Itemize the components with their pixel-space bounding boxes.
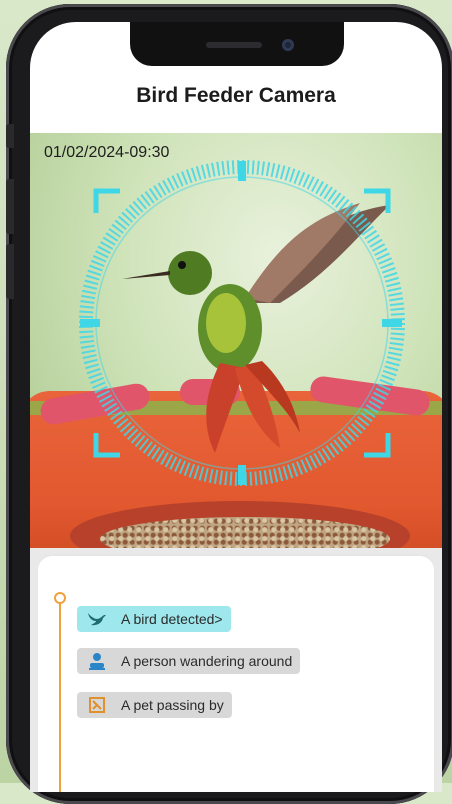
pet-icon [87,695,107,715]
detection-overlay [79,160,405,486]
ring-mark-right [382,319,402,327]
events-panel [38,556,434,792]
front-camera-icon [282,39,294,51]
ring-mark-bottom [238,465,246,485]
ring-mark-top [238,161,246,181]
phone-frame: Bird Feeder Camera 01/02/2024-09:30 A bi… [6,4,452,804]
person-icon [87,651,107,671]
bird-icon [87,609,107,629]
mute-switch [6,124,14,148]
speaker-grille [206,42,262,48]
camera-timestamp: 01/02/2024-09:30 [44,144,170,161]
timeline-line [59,599,61,792]
volume-up-button [6,179,14,234]
camera-feed[interactable]: 01/02/2024-09:30 [30,133,442,550]
event-person-wandering[interactable]: A person wandering around [77,648,301,674]
notch [130,22,344,66]
volume-down-button [6,244,14,299]
hummingbird-image [122,203,390,453]
event-label: A bird detected> [121,611,223,627]
phone-screen: Bird Feeder Camera 01/02/2024-09:30 A bi… [30,22,442,792]
event-label: A pet passing by [121,697,224,713]
event-pet-passing[interactable]: A pet passing by [77,692,232,718]
page-title: Bird Feeder Camera [136,84,336,107]
event-label: A person wandering around [121,653,293,669]
timeline-dot [54,592,66,604]
ring-mark-left [80,319,100,327]
event-bird-detected[interactable]: A bird detected> [77,606,231,632]
